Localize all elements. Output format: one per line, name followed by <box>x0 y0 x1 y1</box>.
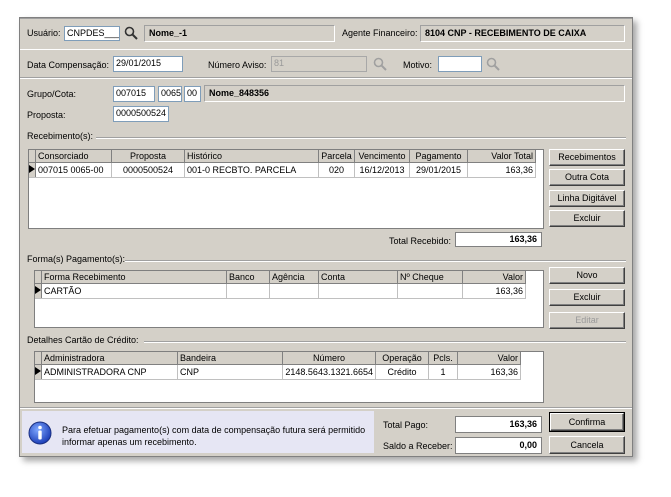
separator <box>20 407 632 409</box>
magnifier-icon[interactable] <box>373 57 387 71</box>
grupo-name: Nome_848356 <box>204 85 625 102</box>
cell-bandeira: CNP <box>177 364 283 380</box>
data-comp-input[interactable]: 29/01/2015 <box>113 56 183 72</box>
agente-value: 8104 CNP - RECEBIMENTO DE CAIXA <box>420 25 625 42</box>
formas-grid[interactable]: Forma Recebimento Banco Agência Conta Nº… <box>34 270 544 328</box>
grid-header-row: Administradora Bandeira Número Operação … <box>35 352 521 365</box>
cell-agencia <box>269 283 319 299</box>
info-icon <box>28 421 52 445</box>
usuario-name: Nome_-1 <box>144 25 335 42</box>
linha-digitavel-button[interactable]: Linha Digitável <box>549 190 625 207</box>
grid-header-row: Consorciado Proposta Histórico Parcela V… <box>29 150 536 163</box>
info-text-line1: Para efetuar pagamento(s) com data de co… <box>62 425 366 435</box>
col-numero[interactable]: Número <box>282 352 376 365</box>
cell-banco <box>226 283 270 299</box>
separator <box>96 137 626 139</box>
usuario-label: Usuário: <box>27 28 61 38</box>
grupo-label: Grupo/Cota: <box>27 89 77 99</box>
total-recebido-label: Total Recebido: <box>389 236 452 246</box>
motivo-input[interactable] <box>438 56 482 72</box>
cell-historico: 001-0 RECBTO. PARCELA <box>184 162 319 178</box>
cancela-button[interactable]: Cancela <box>549 436 625 454</box>
col-operacao[interactable]: Operação <box>375 352 429 365</box>
cartao-section-label: Detalhes Cartão de Crédito: <box>27 335 139 345</box>
cell-consorciado: 007015 0065-00 <box>35 162 112 178</box>
table-row[interactable]: 007015 0065-00 0000500524 001-0 RECBTO. … <box>29 162 536 178</box>
col-conta[interactable]: Conta <box>318 271 398 284</box>
saldo-label: Saldo a Receber: <box>383 441 453 451</box>
outra-cota-button[interactable]: Outra Cota <box>549 169 625 186</box>
editar-button[interactable]: Editar <box>549 312 625 329</box>
excluir-forma-button[interactable]: Excluir <box>549 289 625 306</box>
proposta-label: Proposta: <box>27 110 66 120</box>
col-bandeira[interactable]: Bandeira <box>177 352 283 365</box>
digito-input[interactable]: 00 <box>184 86 201 102</box>
separator <box>125 260 626 262</box>
saldo-value: 0,00 <box>455 437 542 454</box>
cell-vencimento: 16/12/2013 <box>354 162 410 178</box>
grupo-input[interactable]: 007015 <box>113 86 155 102</box>
col-banco[interactable]: Banco <box>226 271 270 284</box>
col-valor[interactable]: Valor <box>457 352 521 365</box>
separator <box>20 77 632 79</box>
col-historico[interactable]: Histórico <box>184 150 319 163</box>
excluir-recebimento-button[interactable]: Excluir <box>549 210 625 227</box>
grid-header-row: Forma Recebimento Banco Agência Conta Nº… <box>35 271 526 284</box>
table-row[interactable]: CARTÃO 163,36 <box>35 283 526 299</box>
separator <box>144 341 626 343</box>
recebimentos-grid[interactable]: Consorciado Proposta Histórico Parcela V… <box>28 149 544 229</box>
recebimentos-section-label: Recebimento(s): <box>27 131 94 141</box>
cell-administradora: ADMINISTRADORA CNP <box>41 364 178 380</box>
info-text-line2: informar apenas um recebimento. <box>62 437 197 447</box>
cartao-grid[interactable]: Administradora Bandeira Número Operação … <box>34 351 544 403</box>
magnifier-icon[interactable] <box>486 57 500 71</box>
col-cheque[interactable]: Nº Cheque <box>397 271 463 284</box>
table-row[interactable]: ADMINISTRADORA CNP CNP 2148.5643.1321.66… <box>35 364 521 380</box>
recebimentos-button[interactable]: Recebimentos <box>549 149 625 166</box>
col-valor-total[interactable]: Valor Total <box>467 150 536 163</box>
col-valor[interactable]: Valor <box>462 271 526 284</box>
cell-forma: CARTÃO <box>41 283 227 299</box>
data-comp-label: Data Compensação: <box>27 60 110 70</box>
magnifier-icon[interactable] <box>124 26 138 40</box>
usuario-input[interactable]: CNPDES____ <box>64 26 120 41</box>
proposta-input[interactable]: 0000500524 <box>113 106 169 122</box>
col-consorciado[interactable]: Consorciado <box>35 150 112 163</box>
col-parcela[interactable]: Parcela <box>318 150 355 163</box>
col-proposta[interactable]: Proposta <box>111 150 185 163</box>
total-pago-value: 163,36 <box>455 416 542 433</box>
num-aviso-label: Número Aviso: <box>208 60 267 70</box>
confirma-button[interactable]: Confirma <box>549 412 625 432</box>
cota-input[interactable]: 0065 <box>158 86 182 102</box>
cell-cheque <box>397 283 463 299</box>
agente-label: Agente Financeiro: <box>342 28 418 38</box>
total-recebido-value: 163,36 <box>455 232 542 247</box>
payment-window: Usuário: CNPDES____ Nome_-1 Agente Finan… <box>19 17 633 457</box>
cell-conta <box>318 283 398 299</box>
num-aviso-input[interactable]: 81 <box>271 56 367 72</box>
total-pago-label: Total Pago: <box>383 420 429 430</box>
cell-valor: 163,36 <box>462 283 526 299</box>
cell-numero: 2148.5643.1321.6654 <box>282 364 376 380</box>
col-parcelas[interactable]: Pcls. <box>428 352 458 365</box>
cell-valor: 163,36 <box>457 364 521 380</box>
col-pagamento[interactable]: Pagamento <box>409 150 468 163</box>
col-agencia[interactable]: Agência <box>269 271 319 284</box>
cell-operacao: Crédito <box>375 364 429 380</box>
cell-parcela: 020 <box>318 162 355 178</box>
formas-section-label: Forma(s) Pagamento(s): <box>27 254 126 264</box>
cell-valor-total: 163,36 <box>467 162 536 178</box>
cell-proposta: 0000500524 <box>111 162 185 178</box>
cell-pagamento: 29/01/2015 <box>409 162 468 178</box>
cell-parcelas: 1 <box>428 364 458 380</box>
novo-button[interactable]: Novo <box>549 267 625 284</box>
col-forma-recebimento[interactable]: Forma Recebimento <box>41 271 227 284</box>
motivo-label: Motivo: <box>403 60 433 70</box>
col-vencimento[interactable]: Vencimento <box>354 150 410 163</box>
col-administradora[interactable]: Administradora <box>41 352 178 365</box>
